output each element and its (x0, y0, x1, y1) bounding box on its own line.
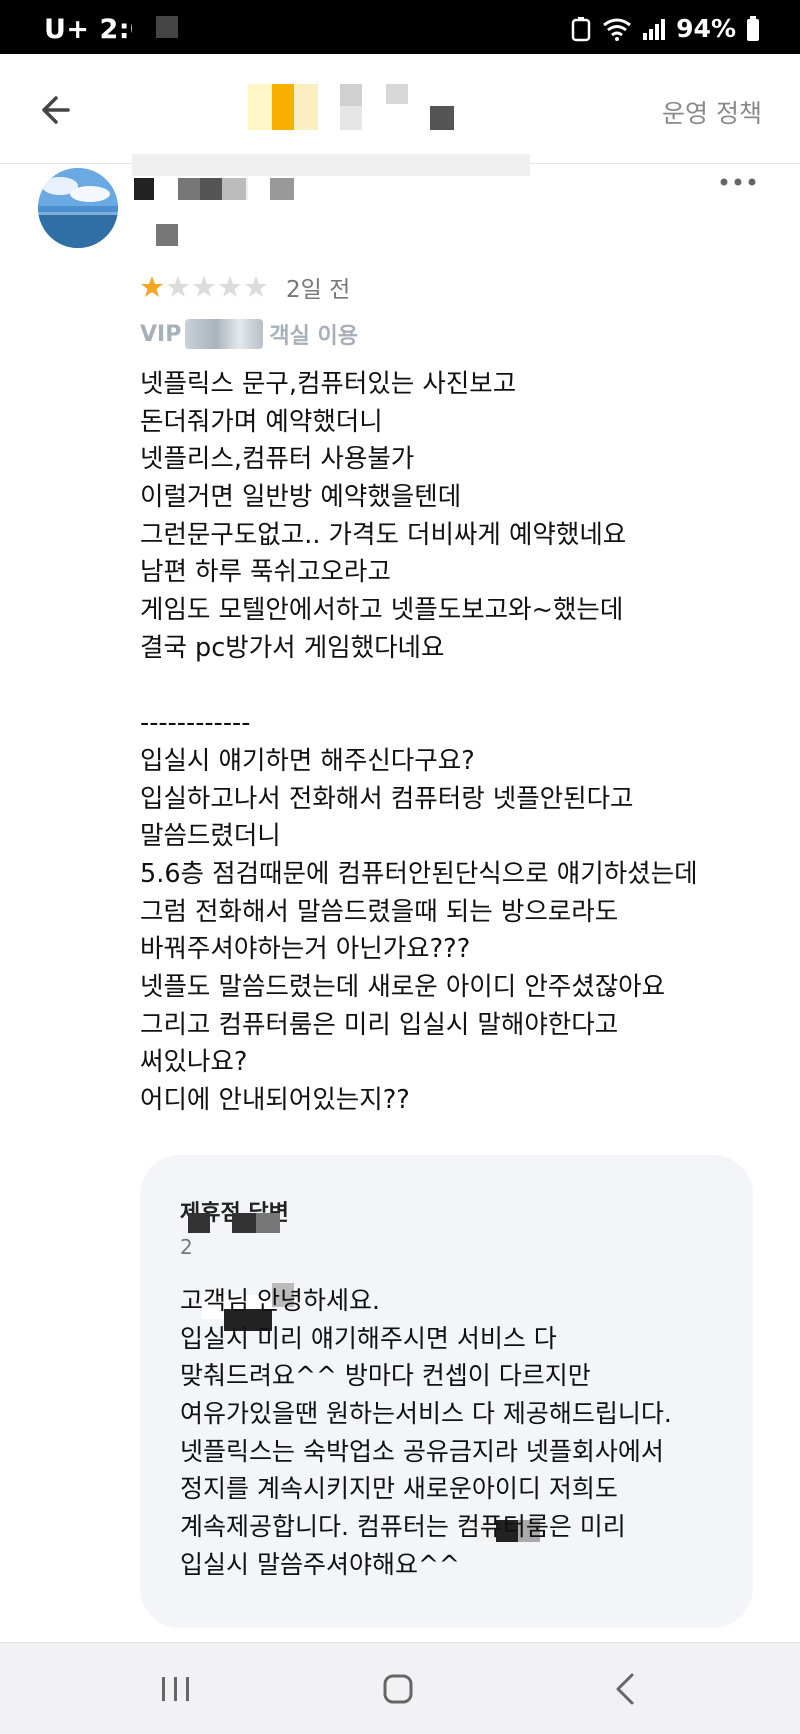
status-icons: 94% (570, 14, 760, 43)
battery-icon (747, 15, 759, 41)
avatar (38, 168, 118, 248)
review-line (140, 668, 760, 706)
reply-line: 맞춰드려요^^ 방마다 컨셉이 다르지만 (180, 1361, 591, 1391)
room-info: VIP 객실 이용 (140, 318, 358, 350)
review-line: 넷플도 말씀드렸는데 새로운 아이디 안주셨잖아요 (140, 972, 666, 1002)
review-line: 넷플릭스 문구,컴퓨터있는 사진보고 (140, 369, 517, 399)
review-line: 5.6층 점검때문에 컴퓨터안된단식으로 얘기하셨는데 (140, 858, 698, 889)
redacted-room-name (185, 319, 264, 349)
review-line: 입실시 얘기하면 해주신다구요? (140, 745, 475, 776)
recycle-icon (571, 16, 591, 41)
system-nav-bar (0, 1642, 800, 1734)
review-line: 이럴거면 일반방 예약했을텐데 (140, 482, 462, 513)
star-empty-icon (245, 276, 267, 297)
reply-date: 2 (180, 1235, 193, 1259)
reply-line: 계속제공합니다. 컴퓨터는 컴퓨터룸은 미리 (180, 1512, 626, 1542)
status-bar: U+ 2:06 94% (0, 0, 800, 60)
room-prefix: VIP (140, 321, 182, 347)
signal-icon (643, 18, 666, 40)
reply-line: 입실시 말씀주셔야해요^^ (180, 1549, 460, 1579)
review-text: 넷플릭스 문구,컴퓨터있는 사진보고 돈더줘가며 예약했더니 넷플리스,컴퓨터 … (140, 366, 760, 1120)
operation-policy-link[interactable]: 운영 정책 (662, 94, 762, 130)
review-line: 남편 하루 푹쉬고오라고 (140, 557, 391, 588)
review-line: 게임도 모텔안에서하고 넷플도보고와~했는데 (140, 595, 624, 626)
review-line: ------------ (140, 708, 251, 739)
redaction-pixel (156, 16, 178, 38)
review-date: 2일 전 (286, 277, 351, 303)
review-line: 입실하고나서 전화해서 컴퓨터랑 넷플안된다고 (140, 783, 634, 814)
room-suffix: 객실 이용 (269, 324, 358, 349)
arrow-left-icon[interactable] (36, 92, 72, 128)
reply-line: 고객님 안녕하세요. (180, 1286, 380, 1315)
review-line: 써있나요? (140, 1047, 248, 1078)
reply-line: 여유가있을땐 원하는서비스 다 제공해드립니다. (180, 1399, 672, 1429)
review-line: 넷플리스,컴퓨터 사용불가 (140, 444, 415, 475)
star-rating: 2일 전 (140, 270, 350, 304)
back-nav-icon[interactable] (606, 1669, 646, 1709)
app-header: 운영 정책 (0, 54, 800, 176)
home-icon[interactable] (378, 1669, 418, 1709)
review-line: 그리고 컴퓨터룸은 미리 입실시 말해야한다고 (140, 1009, 619, 1040)
review-line: 그런문구도없고.. 가격도 더비싸게 예약했네요 (140, 519, 627, 550)
reply-line: 넷플릭스는 숙박업소 공유금지라 넷플회사에서 (180, 1436, 664, 1466)
star-empty-icon (193, 276, 215, 297)
star-filled-icon (141, 276, 163, 297)
star-empty-icon (219, 276, 241, 297)
recent-apps-icon[interactable] (156, 1669, 196, 1709)
review-line: 그럼 전화해서 말씀드렸을때 되는 방으로라도 (140, 896, 619, 927)
battery-percent: 94% (676, 14, 736, 43)
review-line: 결국 pc방가서 게임했다네요 (140, 632, 445, 663)
reply-text: 고객님 안녕하세요. 입실시 미리 얘기해주시면 서비스 다 맞춰드려요^^ 방… (180, 1282, 740, 1584)
redaction-mask (132, 0, 530, 60)
reply-line: 입실시 미리 얘기해주시면 서비스 다 (180, 1323, 557, 1353)
review-line: 돈더줘가며 예약했더니 (140, 406, 383, 437)
review-line: 말씀드렸더니 (140, 821, 281, 852)
more-dots-icon[interactable] (718, 172, 758, 192)
wifi-icon (603, 18, 632, 41)
review-line: 바꿔주셔야하는거 아닌가요??? (140, 934, 471, 965)
owner-reply-card: 제휴점 답변 2 고객님 안녕하세요. 입실시 미리 얘기해주시면 서비스 다 … (140, 1155, 753, 1628)
star-empty-icon (167, 276, 189, 297)
review-line: 어디에 안내되어있는지?? (140, 1085, 410, 1116)
reply-line: 정지를 계속시키지만 새로운아이디 저희도 (180, 1474, 618, 1504)
